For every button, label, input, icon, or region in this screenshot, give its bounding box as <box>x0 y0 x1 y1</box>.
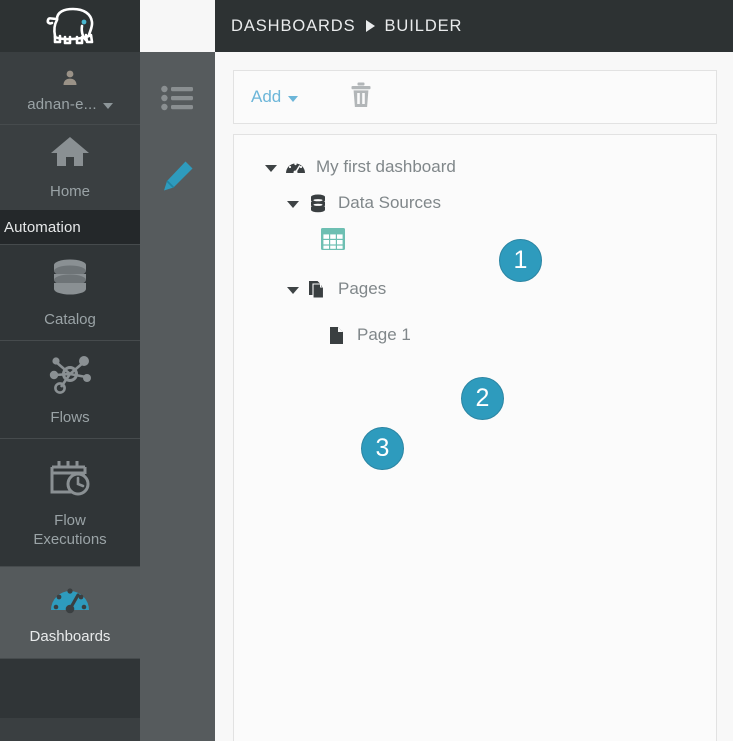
sidebar-item-label-line2: Executions <box>33 531 107 548</box>
delete-button[interactable] <box>350 82 372 113</box>
left-nav-rail: adnan-e... Home Automation Catalog Flows… <box>0 0 140 741</box>
annotation-badge-1: 1 <box>499 239 542 282</box>
sidebar-item-flows[interactable]: Flows <box>0 340 140 438</box>
outline-list-button[interactable] <box>140 70 215 130</box>
edit-button[interactable] <box>140 148 215 208</box>
builder-icon-column <box>140 52 215 741</box>
sidebar-item-label-line1: Flow <box>54 512 86 529</box>
add-button-label: Add <box>251 87 282 106</box>
dashboard-gauge-icon <box>48 580 92 619</box>
tree-node-dashboard[interactable]: My first dashboard <box>234 149 716 185</box>
pages-stack-icon <box>307 280 328 299</box>
triangle-right-icon <box>365 20 375 32</box>
sidebar-item-next[interactable] <box>0 658 140 718</box>
tree-node-pages[interactable]: Pages <box>234 271 716 307</box>
user-icon <box>61 69 79 92</box>
sidebar-item-label: Home <box>49 182 90 200</box>
tree-node-label: Data Sources <box>338 193 441 212</box>
calendar-clock-icon <box>47 456 93 503</box>
sidebar-section-automation: Automation <box>0 210 140 244</box>
tree-node-label: Page 1 <box>357 325 411 344</box>
tree-node-page-1[interactable]: Page 1 <box>234 317 716 353</box>
sidebar-item-catalog[interactable]: Catalog <box>0 244 140 340</box>
annotation-badge-number: 3 <box>375 434 390 462</box>
tree-node-label: My first dashboard <box>316 157 456 176</box>
user-menu[interactable]: adnan-e... <box>0 52 140 124</box>
sidebar-item-dashboards[interactable]: Dashboards <box>0 566 140 658</box>
page-header: DASHBOARDS BUILDER <box>215 0 733 52</box>
sidebar-item-flow-executions[interactable]: Flow Executions <box>0 438 140 566</box>
sidebar-item-home[interactable]: Home <box>0 124 140 210</box>
elephant-logo-icon <box>37 4 103 48</box>
add-button[interactable]: Add <box>251 87 299 107</box>
dashboard-tree: My first dashboard Data Sources Pages Pa… <box>234 135 716 470</box>
pencil-edit-icon <box>161 159 195 198</box>
breadcrumb-root[interactable]: DASHBOARDS <box>231 17 356 36</box>
builder-toolbar: Add <box>233 70 717 124</box>
chevron-down-icon[interactable] <box>102 102 113 109</box>
chevron-down-icon <box>288 95 299 102</box>
annotation-badge-3: 3 <box>361 427 404 470</box>
builder-content: Add My first dashboard Data Sources Page… <box>215 52 733 741</box>
annotation-badge-2: 2 <box>461 377 504 420</box>
home-icon <box>49 135 91 174</box>
page-file-icon <box>326 326 347 345</box>
caret-down-icon[interactable] <box>265 164 277 172</box>
dashboard-tree-panel: My first dashboard Data Sources Pages Pa… <box>233 134 717 741</box>
tree-node-datasource-table[interactable] <box>234 221 716 257</box>
app-root: adnan-e... Home Automation Catalog Flows… <box>0 0 733 741</box>
database-icon <box>48 257 92 302</box>
table-grid-icon <box>320 227 346 251</box>
user-name-label: adnan-e... <box>27 96 97 113</box>
sidebar-item-label: Dashboards <box>29 627 111 645</box>
trash-icon <box>350 82 372 113</box>
caret-down-icon[interactable] <box>287 286 299 294</box>
caret-down-icon[interactable] <box>287 200 299 208</box>
flows-network-icon <box>47 353 93 400</box>
list-outline-icon <box>160 85 195 116</box>
dashboard-gauge-icon <box>285 159 306 175</box>
annotation-badge-number: 1 <box>513 246 528 274</box>
database-icon <box>307 194 328 213</box>
sidebar-item-label: Catalog <box>44 310 96 328</box>
sidebar-item-label: Flows <box>50 408 90 426</box>
brand-logo[interactable] <box>0 0 140 52</box>
tree-node-label: Pages <box>338 279 387 298</box>
annotation-badge-number: 2 <box>475 384 490 412</box>
tree-node-data-sources[interactable]: Data Sources <box>234 185 716 221</box>
breadcrumb: DASHBOARDS BUILDER <box>231 17 462 36</box>
breadcrumb-current: BUILDER <box>384 16 463 35</box>
